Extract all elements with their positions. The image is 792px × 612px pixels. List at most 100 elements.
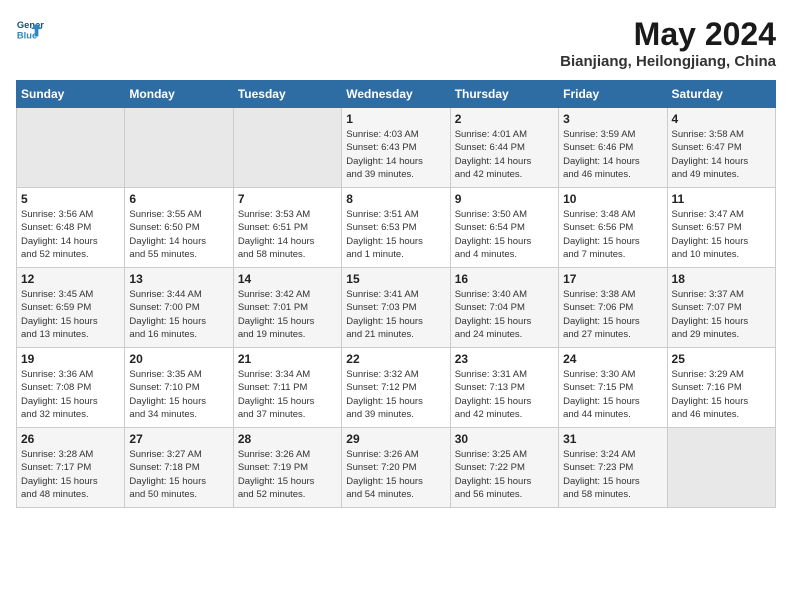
day-number-26: 26 xyxy=(21,432,120,446)
day-info-23: Sunrise: 3:31 AM Sunset: 7:13 PM Dayligh… xyxy=(455,368,554,421)
day-info-2: Sunrise: 4:01 AM Sunset: 6:44 PM Dayligh… xyxy=(455,128,554,181)
cell-3-6: 25 Sunrise: 3:29 AM Sunset: 7:16 PM Dayli… xyxy=(667,348,775,428)
day-number-29: 29 xyxy=(346,432,445,446)
day-info-13: Sunrise: 3:44 AM Sunset: 7:00 PM Dayligh… xyxy=(129,288,228,341)
week-row-4: 19 Sunrise: 3:36 AM Sunset: 7:08 PM Dayli… xyxy=(17,348,776,428)
cell-1-4: 9Sunrise: 3:50 AM Sunset: 6:54 PM Daylig… xyxy=(450,188,558,268)
day-info-20: Sunrise: 3:35 AM Sunset: 7:10 PM Dayligh… xyxy=(129,368,228,421)
title-area: May 2024 Bianjiang, Heilongjiang, China xyxy=(560,16,776,70)
cell-0-2 xyxy=(233,108,341,188)
day-number-22: 22 xyxy=(346,352,445,366)
cell-2-1: 13 Sunrise: 3:44 AM Sunset: 7:00 PM Dayli… xyxy=(125,268,233,348)
day-info-12: Sunrise: 3:45 AM Sunset: 6:59 PM Dayligh… xyxy=(21,288,120,341)
day-info-8: Sunrise: 3:51 AM Sunset: 6:53 PM Dayligh… xyxy=(346,208,445,261)
cell-0-0 xyxy=(17,108,125,188)
day-info-6: Sunrise: 3:55 AM Sunset: 6:50 PM Dayligh… xyxy=(129,208,228,261)
cell-1-5: 10 Sunrise: 3:48 AM Sunset: 6:56 PM Dayli… xyxy=(559,188,667,268)
day-number-7: 7 xyxy=(238,192,337,206)
cell-3-1: 20 Sunrise: 3:35 AM Sunset: 7:10 PM Dayli… xyxy=(125,348,233,428)
day-info-31: Sunrise: 3:24 AM Sunset: 7:23 PM Dayligh… xyxy=(563,448,662,501)
calendar-table: Sunday Monday Tuesday Wednesday Thursday… xyxy=(16,80,776,508)
day-number-23: 23 xyxy=(455,352,554,366)
day-number-3: 3 xyxy=(563,112,662,126)
header-row: Sunday Monday Tuesday Wednesday Thursday… xyxy=(17,81,776,108)
day-info-3: Sunrise: 3:59 AM Sunset: 6:46 PM Dayligh… xyxy=(563,128,662,181)
day-number-16: 16 xyxy=(455,272,554,286)
day-info-11: Sunrise: 3:47 AM Sunset: 6:57 PM Dayligh… xyxy=(672,208,771,261)
day-number-12: 12 xyxy=(21,272,120,286)
month-title: May 2024 xyxy=(560,16,776,53)
cell-2-6: 18 Sunrise: 3:37 AM Sunset: 7:07 PM Dayli… xyxy=(667,268,775,348)
cell-4-4: 30 Sunrise: 3:25 AM Sunset: 7:22 PM Dayli… xyxy=(450,428,558,508)
day-info-30: Sunrise: 3:25 AM Sunset: 7:22 PM Dayligh… xyxy=(455,448,554,501)
day-number-10: 10 xyxy=(563,192,662,206)
cell-1-6: 11 Sunrise: 3:47 AM Sunset: 6:57 PM Dayli… xyxy=(667,188,775,268)
header-thursday: Thursday xyxy=(450,81,558,108)
cell-4-3: 29Sunrise: 3:26 AM Sunset: 7:20 PM Dayli… xyxy=(342,428,450,508)
cell-4-1: 27 Sunrise: 3:27 AM Sunset: 7:18 PM Dayli… xyxy=(125,428,233,508)
header-friday: Friday xyxy=(559,81,667,108)
day-number-6: 6 xyxy=(129,192,228,206)
logo: General Blue xyxy=(16,16,44,44)
week-row-1: 1Sunrise: 4:03 AM Sunset: 6:43 PM Daylig… xyxy=(17,108,776,188)
header-sunday: Sunday xyxy=(17,81,125,108)
day-number-18: 18 xyxy=(672,272,771,286)
day-info-19: Sunrise: 3:36 AM Sunset: 7:08 PM Dayligh… xyxy=(21,368,120,421)
day-info-17: Sunrise: 3:38 AM Sunset: 7:06 PM Dayligh… xyxy=(563,288,662,341)
cell-3-0: 19 Sunrise: 3:36 AM Sunset: 7:08 PM Dayli… xyxy=(17,348,125,428)
day-info-18: Sunrise: 3:37 AM Sunset: 7:07 PM Dayligh… xyxy=(672,288,771,341)
day-number-20: 20 xyxy=(129,352,228,366)
cell-0-4: 2 Sunrise: 4:01 AM Sunset: 6:44 PM Daylig… xyxy=(450,108,558,188)
week-row-5: 26 Sunrise: 3:28 AM Sunset: 7:17 PM Dayli… xyxy=(17,428,776,508)
day-info-5: Sunrise: 3:56 AM Sunset: 6:48 PM Dayligh… xyxy=(21,208,120,261)
day-number-11: 11 xyxy=(672,192,771,206)
cell-2-4: 16 Sunrise: 3:40 AM Sunset: 7:04 PM Dayli… xyxy=(450,268,558,348)
day-number-25: 25 xyxy=(672,352,771,366)
day-info-10: Sunrise: 3:48 AM Sunset: 6:56 PM Dayligh… xyxy=(563,208,662,261)
day-info-15: Sunrise: 3:41 AM Sunset: 7:03 PM Dayligh… xyxy=(346,288,445,341)
day-number-2: 2 xyxy=(455,112,554,126)
day-info-14: Sunrise: 3:42 AM Sunset: 7:01 PM Dayligh… xyxy=(238,288,337,341)
day-info-27: Sunrise: 3:27 AM Sunset: 7:18 PM Dayligh… xyxy=(129,448,228,501)
day-info-25: Sunrise: 3:29 AM Sunset: 7:16 PM Dayligh… xyxy=(672,368,771,421)
cell-4-0: 26 Sunrise: 3:28 AM Sunset: 7:17 PM Dayli… xyxy=(17,428,125,508)
day-number-13: 13 xyxy=(129,272,228,286)
day-info-7: Sunrise: 3:53 AM Sunset: 6:51 PM Dayligh… xyxy=(238,208,337,261)
day-number-14: 14 xyxy=(238,272,337,286)
logo-icon: General Blue xyxy=(16,16,44,44)
header-tuesday: Tuesday xyxy=(233,81,341,108)
day-number-27: 27 xyxy=(129,432,228,446)
cell-2-3: 15 Sunrise: 3:41 AM Sunset: 7:03 PM Dayli… xyxy=(342,268,450,348)
header-saturday: Saturday xyxy=(667,81,775,108)
header: General Blue May 2024 Bianjiang, Heilong… xyxy=(16,16,776,70)
cell-1-0: 5 Sunrise: 3:56 AM Sunset: 6:48 PM Daylig… xyxy=(17,188,125,268)
day-number-30: 30 xyxy=(455,432,554,446)
cell-1-3: 8 Sunrise: 3:51 AM Sunset: 6:53 PM Daylig… xyxy=(342,188,450,268)
day-info-28: Sunrise: 3:26 AM Sunset: 7:19 PM Dayligh… xyxy=(238,448,337,501)
cell-4-5: 31 Sunrise: 3:24 AM Sunset: 7:23 PM Dayli… xyxy=(559,428,667,508)
day-number-5: 5 xyxy=(21,192,120,206)
day-info-26: Sunrise: 3:28 AM Sunset: 7:17 PM Dayligh… xyxy=(21,448,120,501)
cell-4-2: 28Sunrise: 3:26 AM Sunset: 7:19 PM Dayli… xyxy=(233,428,341,508)
cell-2-0: 12 Sunrise: 3:45 AM Sunset: 6:59 PM Dayli… xyxy=(17,268,125,348)
day-number-15: 15 xyxy=(346,272,445,286)
day-number-8: 8 xyxy=(346,192,445,206)
day-info-21: Sunrise: 3:34 AM Sunset: 7:11 PM Dayligh… xyxy=(238,368,337,421)
day-info-16: Sunrise: 3:40 AM Sunset: 7:04 PM Dayligh… xyxy=(455,288,554,341)
day-number-24: 24 xyxy=(563,352,662,366)
cell-0-5: 3 Sunrise: 3:59 AM Sunset: 6:46 PM Daylig… xyxy=(559,108,667,188)
day-info-24: Sunrise: 3:30 AM Sunset: 7:15 PM Dayligh… xyxy=(563,368,662,421)
day-number-19: 19 xyxy=(21,352,120,366)
cell-3-3: 22Sunrise: 3:32 AM Sunset: 7:12 PM Dayli… xyxy=(342,348,450,428)
day-number-17: 17 xyxy=(563,272,662,286)
cell-0-3: 1Sunrise: 4:03 AM Sunset: 6:43 PM Daylig… xyxy=(342,108,450,188)
cell-2-5: 17 Sunrise: 3:38 AM Sunset: 7:06 PM Dayli… xyxy=(559,268,667,348)
cell-3-5: 24 Sunrise: 3:30 AM Sunset: 7:15 PM Dayli… xyxy=(559,348,667,428)
cell-3-4: 23 Sunrise: 3:31 AM Sunset: 7:13 PM Dayli… xyxy=(450,348,558,428)
cell-3-2: 21 Sunrise: 3:34 AM Sunset: 7:11 PM Dayli… xyxy=(233,348,341,428)
day-number-31: 31 xyxy=(563,432,662,446)
day-number-21: 21 xyxy=(238,352,337,366)
cell-1-1: 6 Sunrise: 3:55 AM Sunset: 6:50 PM Daylig… xyxy=(125,188,233,268)
day-number-9: 9 xyxy=(455,192,554,206)
day-number-4: 4 xyxy=(672,112,771,126)
